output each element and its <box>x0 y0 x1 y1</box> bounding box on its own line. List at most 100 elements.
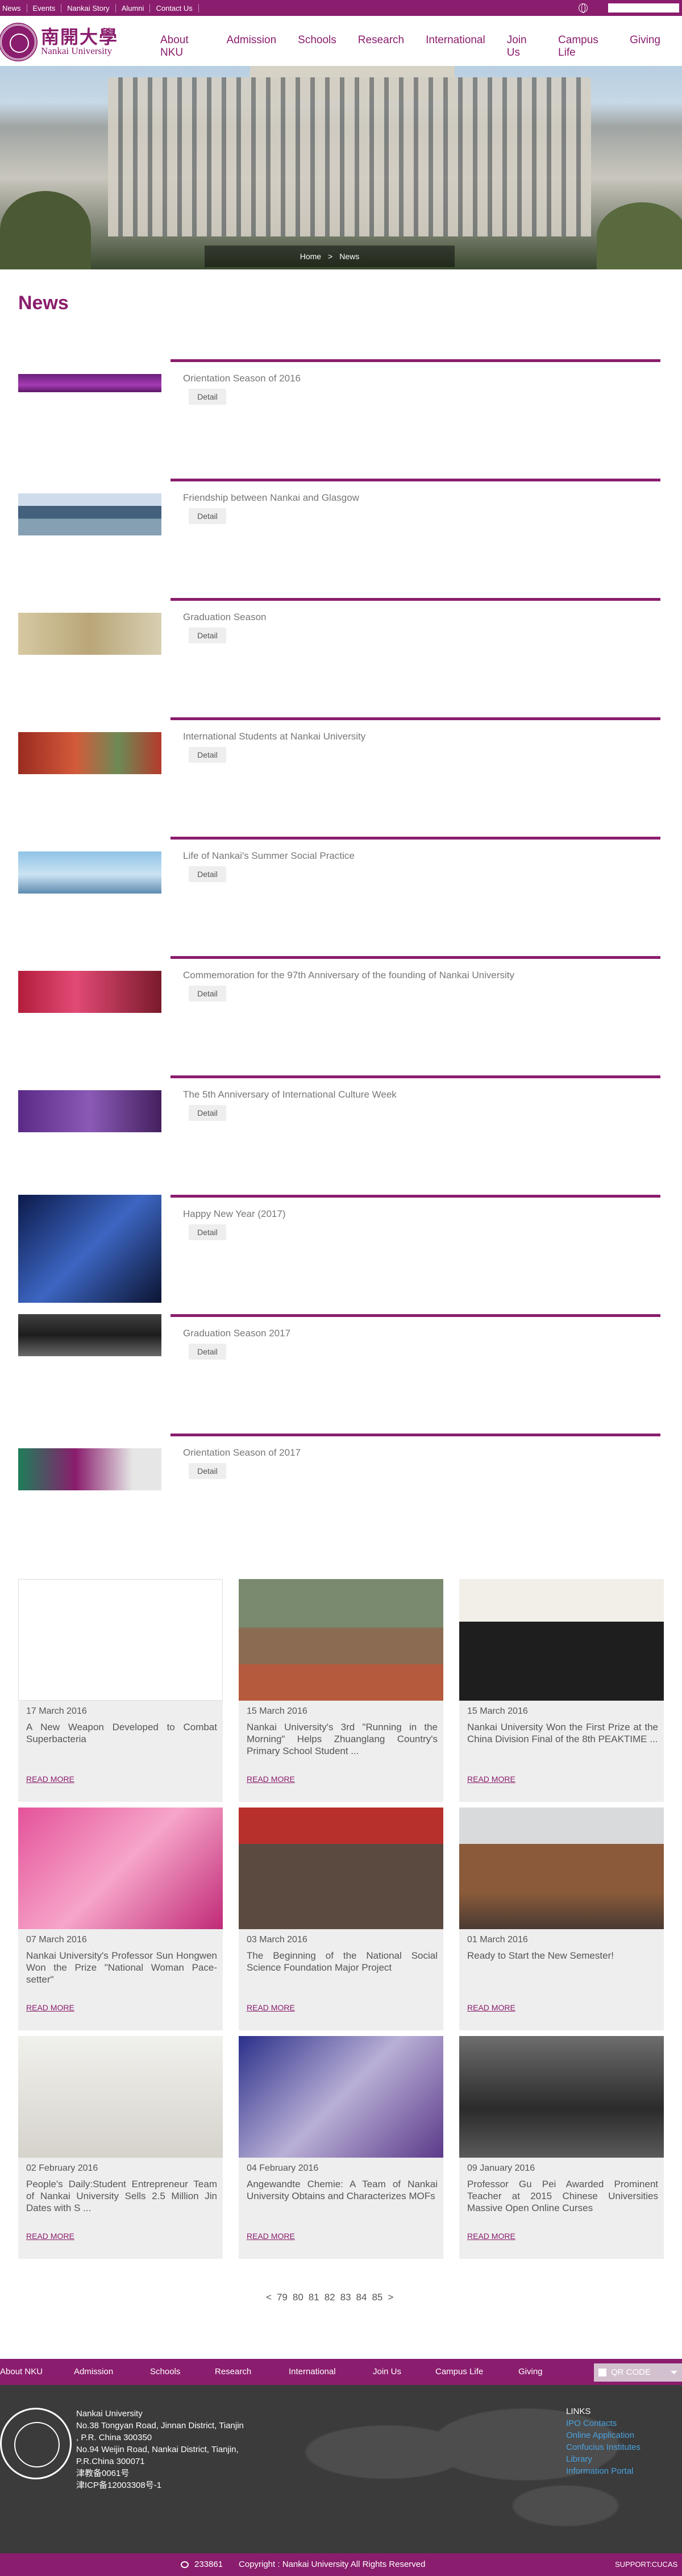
pager-next[interactable]: > <box>388 2292 393 2303</box>
detail-button[interactable]: Detail <box>189 1344 226 1360</box>
footer-link-online-application[interactable]: Online Application <box>566 2429 641 2441</box>
news-thumbnail[interactable] <box>18 851 161 894</box>
site-header: 南開大學 Nankai University About NKU Admissi… <box>0 16 682 66</box>
nav-admission[interactable]: Admission <box>227 34 277 59</box>
news-title[interactable]: Orientation Season of 2017 <box>183 1447 301 1459</box>
news-divider <box>170 479 660 481</box>
pager-page[interactable]: 80 <box>293 2292 303 2303</box>
pager-prev[interactable]: < <box>266 2292 272 2303</box>
news-card-image[interactable] <box>239 1808 443 1929</box>
footer-nav-admission[interactable]: Admission <box>74 2367 113 2376</box>
footer-link-confucius-institutes[interactable]: Confucius Institutes <box>566 2441 641 2453</box>
detail-button[interactable]: Detail <box>189 1224 226 1240</box>
news-title[interactable]: Friendship between Nankai and Glasgow <box>183 492 359 504</box>
detail-button[interactable]: Detail <box>189 508 226 524</box>
footer-nav-giving[interactable]: Giving <box>518 2367 543 2376</box>
news-title[interactable]: Life of Nankai's Summer Social Practice <box>183 850 355 862</box>
address-line: Nankai University <box>76 2409 143 2419</box>
breadcrumb-home[interactable]: Home <box>300 252 321 261</box>
top-link-news[interactable]: News <box>0 3 27 13</box>
news-card-image[interactable] <box>459 1808 664 1929</box>
news-thumbnail[interactable] <box>18 732 161 774</box>
nav-join-us[interactable]: Join Us <box>507 34 537 59</box>
news-divider <box>170 1195 660 1198</box>
search-input[interactable] <box>608 3 679 13</box>
nav-international[interactable]: International <box>426 34 485 59</box>
footer-link-information-portal[interactable]: Information Portal <box>566 2465 641 2477</box>
read-more-link[interactable]: READ MORE <box>467 2003 515 2012</box>
news-divider <box>170 1434 660 1436</box>
news-card-image[interactable] <box>459 2036 664 2158</box>
top-link-alumni[interactable]: Alumni <box>116 3 151 13</box>
pagination: < 79 80 81 82 83 84 85 > <box>266 2292 393 2303</box>
news-title[interactable]: Happy New Year (2017) <box>183 1208 286 1220</box>
news-title[interactable]: International Students at Nankai Univers… <box>183 731 365 742</box>
footer-link-ipo-contacts[interactable]: IPO Contacts <box>566 2417 641 2429</box>
news-title[interactable]: The 5th Anniversary of International Cul… <box>183 1089 397 1100</box>
news-title[interactable]: Graduation Season <box>183 612 267 623</box>
detail-button[interactable]: Detail <box>189 986 226 1002</box>
nav-research[interactable]: Research <box>358 34 404 59</box>
pager-page[interactable]: 85 <box>372 2292 382 2303</box>
copyright-text: Copyright : Nankai University All Rights… <box>239 2560 426 2569</box>
nav-schools[interactable]: Schools <box>298 34 336 59</box>
news-thumbnail[interactable] <box>18 1448 161 1490</box>
news-thumbnail[interactable] <box>18 1090 161 1132</box>
read-more-link[interactable]: READ MORE <box>247 2003 295 2012</box>
news-thumbnail[interactable] <box>18 1314 161 1356</box>
detail-button[interactable]: Detail <box>189 389 226 405</box>
read-more-link[interactable]: READ MORE <box>467 2232 515 2241</box>
read-more-link[interactable]: READ MORE <box>247 2232 295 2241</box>
news-thumbnail[interactable] <box>18 493 161 535</box>
news-card-image[interactable] <box>18 1808 223 1929</box>
globe-icon[interactable] <box>579 3 588 13</box>
news-title[interactable]: Commemoration for the 97th Anniversary o… <box>183 970 514 981</box>
footer-nav-about-nku[interactable]: About NKU <box>0 2367 43 2376</box>
news-card-image[interactable] <box>18 1579 223 1701</box>
pager-page[interactable]: 83 <box>340 2292 351 2303</box>
nav-giving[interactable]: Giving <box>630 34 660 59</box>
news-card-image[interactable] <box>459 1579 664 1701</box>
read-more-link[interactable]: READ MORE <box>467 1775 515 1784</box>
read-more-link[interactable]: READ MORE <box>247 1775 295 1784</box>
logo-english-name[interactable]: Nankai University <box>41 45 112 57</box>
nav-about-nku[interactable]: About NKU <box>160 34 205 59</box>
detail-button[interactable]: Detail <box>189 866 226 882</box>
detail-button[interactable]: Detail <box>189 628 226 643</box>
top-link-contact-us[interactable]: Contact Us <box>150 3 199 13</box>
read-more-link[interactable]: READ MORE <box>26 1775 74 1784</box>
news-card-image[interactable] <box>18 2036 223 2158</box>
news-thumbnail[interactable] <box>18 374 161 392</box>
news-card: 15 March 2016 Nankai University's 3rd "Ru… <box>239 1579 443 1802</box>
top-link-nankai-story[interactable]: Nankai Story <box>61 3 116 13</box>
top-link-events[interactable]: Events <box>27 3 62 13</box>
footer-nav-campus-life[interactable]: Campus Life <box>435 2367 483 2376</box>
read-more-link[interactable]: READ MORE <box>26 2003 74 2012</box>
news-thumbnail[interactable] <box>18 613 161 655</box>
pager-page[interactable]: 81 <box>309 2292 319 2303</box>
nav-campus-life[interactable]: Campus Life <box>558 34 608 59</box>
read-more-link[interactable]: READ MORE <box>26 2232 74 2241</box>
footer-nav-research[interactable]: Research <box>215 2367 251 2376</box>
university-logo[interactable] <box>0 24 36 60</box>
news-thumbnail[interactable] <box>18 1195 161 1303</box>
detail-button[interactable]: Detail <box>189 1105 226 1121</box>
footer-nav-international[interactable]: International <box>289 2367 336 2376</box>
news-card-image[interactable] <box>239 2036 443 2158</box>
pager-page[interactable]: 79 <box>277 2292 288 2303</box>
footer-nav-schools[interactable]: Schools <box>150 2367 180 2376</box>
detail-button[interactable]: Detail <box>189 1463 226 1479</box>
support-link[interactable]: SUPPORT:CUCAS <box>615 2560 677 2569</box>
footer-link-library[interactable]: Library <box>566 2453 641 2465</box>
qr-code-dropdown[interactable]: QR CODE <box>594 2363 682 2382</box>
pager-page[interactable]: 82 <box>325 2292 335 2303</box>
detail-button[interactable]: Detail <box>189 747 226 763</box>
news-title[interactable]: Graduation Season 2017 <box>183 1328 290 1339</box>
pager-page[interactable]: 84 <box>356 2292 367 2303</box>
news-card: 17 March 2016 A New Weapon Developed to C… <box>18 1579 223 1802</box>
news-title[interactable]: Orientation Season of 2016 <box>183 373 301 384</box>
footer-nav-join-us[interactable]: Join Us <box>373 2367 401 2376</box>
footer-links: LINKS IPO Contacts Online Application Co… <box>566 2405 641 2477</box>
news-card-image[interactable] <box>239 1579 443 1701</box>
news-thumbnail[interactable] <box>18 971 161 1013</box>
